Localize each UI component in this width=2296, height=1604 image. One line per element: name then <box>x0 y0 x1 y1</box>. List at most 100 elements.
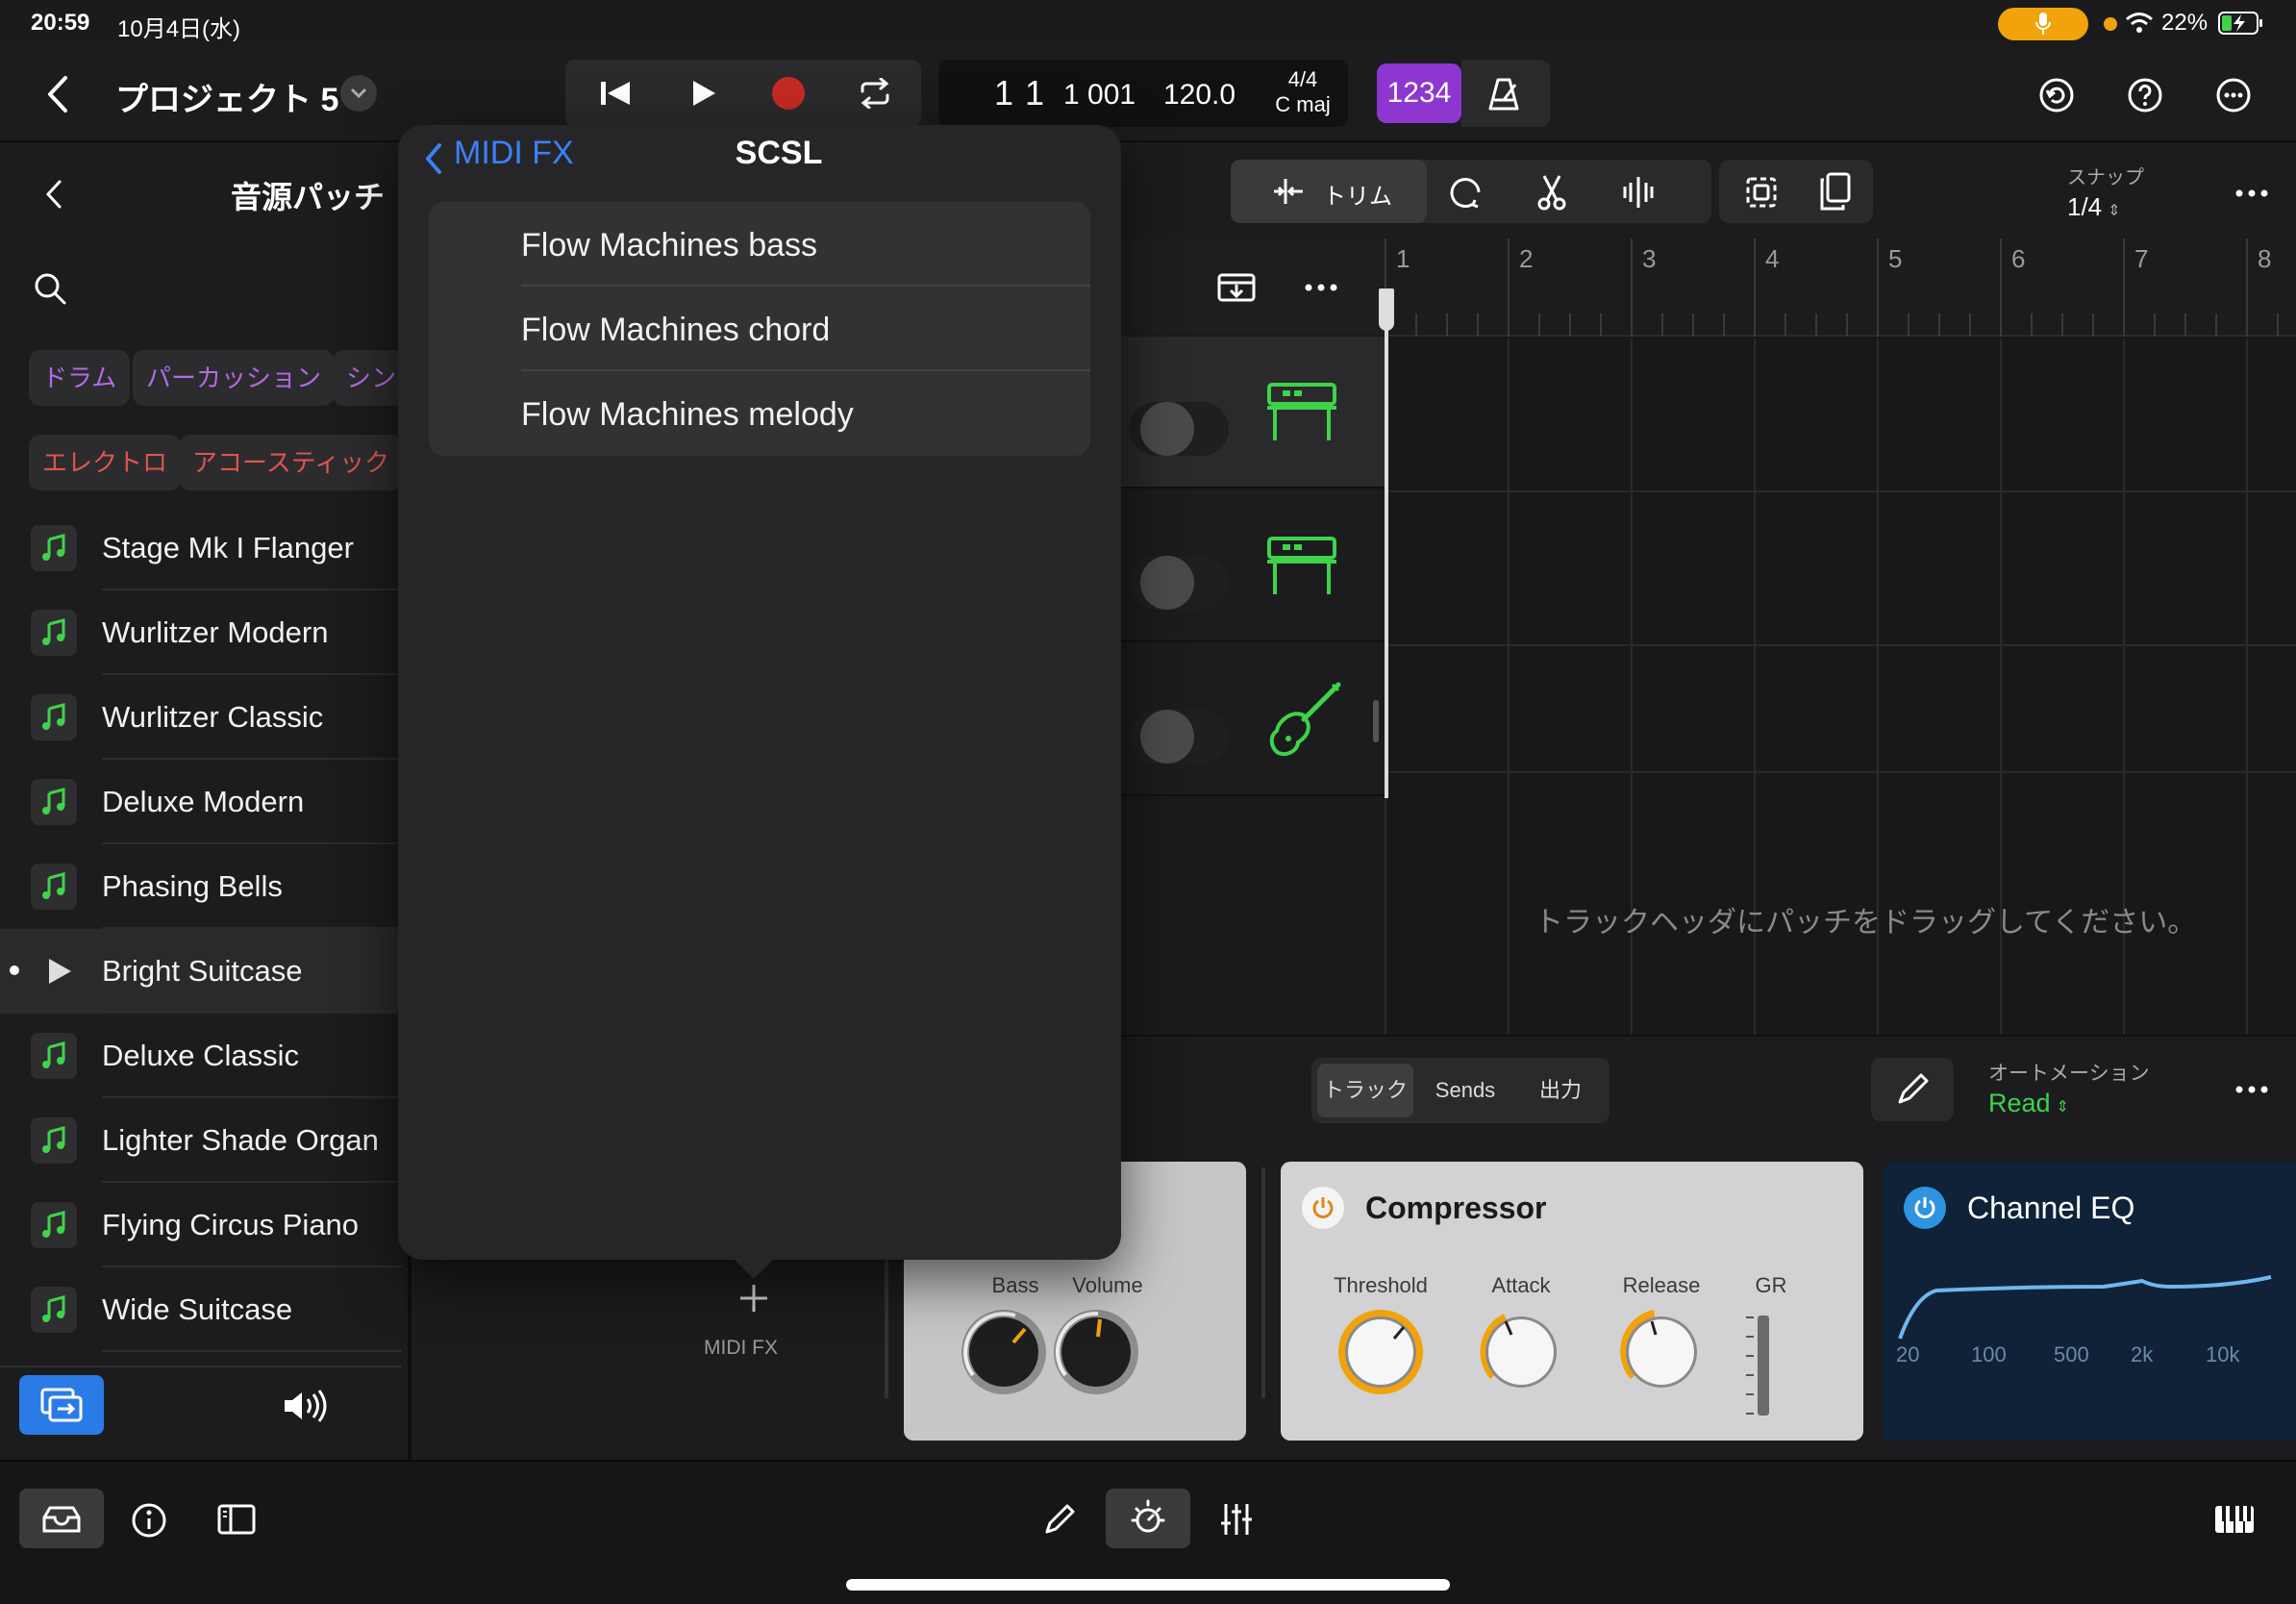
patch-replace-button[interactable] <box>19 1375 104 1435</box>
filter-chip-drums[interactable]: ドラム <box>29 350 131 406</box>
loop-tool-icon[interactable] <box>1446 173 1485 212</box>
help-icon[interactable] <box>2125 75 2165 115</box>
filter-chip-acoustic[interactable]: アコースティック <box>179 435 404 490</box>
timeline-ruler[interactable]: 1 2 3 4 5 6 7 8 <box>1385 238 2296 337</box>
track-toggle[interactable] <box>1129 556 1229 610</box>
edit-more-icon[interactable] <box>2233 187 2271 200</box>
playing-dot <box>10 965 19 975</box>
home-indicator[interactable] <box>846 1579 1450 1591</box>
filter-chip-synth[interactable]: シン <box>333 350 402 406</box>
track-resize-handle[interactable] <box>1373 700 1379 742</box>
release-knob[interactable] <box>1615 1306 1708 1398</box>
copy-icon[interactable] <box>1815 171 1854 212</box>
search-icon[interactable] <box>31 269 69 308</box>
scissors-icon[interactable] <box>1533 173 1571 212</box>
record-icon[interactable] <box>769 74 808 113</box>
eq-power-icon[interactable] <box>1904 1187 1946 1229</box>
track-row[interactable] <box>1119 490 1388 642</box>
track-toggle[interactable] <box>1129 710 1229 764</box>
popover-title: SCSL <box>398 135 1121 172</box>
music-note-icon <box>31 779 77 825</box>
list-item[interactable]: Flow Machines melody <box>429 371 1090 456</box>
chevron-down-icon[interactable] <box>340 75 377 112</box>
metronome-button[interactable] <box>1461 60 1550 127</box>
count-in-button[interactable]: 1234 <box>1377 63 1461 123</box>
list-item[interactable]: Flow Machines bass <box>429 202 1090 287</box>
list-item[interactable]: Flying Circus Piano <box>0 1183 402 1267</box>
playhead[interactable] <box>1385 288 1388 798</box>
list-item[interactable]: Flow Machines chord <box>429 287 1090 371</box>
list-item[interactable]: Stage Mk I Flanger <box>0 506 402 590</box>
split-at-playhead-icon[interactable] <box>1619 173 1658 212</box>
back-chevron-icon[interactable] <box>37 71 79 117</box>
lcd-tempo: 120.0 <box>1163 79 1236 111</box>
channel-eq-plugin[interactable]: Channel EQ 20 100 500 2k 10k <box>1883 1162 2296 1441</box>
bass-knob[interactable] <box>958 1306 1050 1398</box>
list-item[interactable]: Wide Suitcase <box>0 1267 402 1352</box>
browser-button[interactable] <box>19 1489 104 1548</box>
add-midi-fx-icon[interactable] <box>735 1279 773 1317</box>
list-item[interactable]: Wurlitzer Modern <box>0 590 402 675</box>
automation-mode[interactable]: Read ⇕ <box>1988 1089 2069 1118</box>
snap-value[interactable]: 1/4 ⇕ <box>2067 192 2121 222</box>
compressor-power-icon[interactable] <box>1302 1187 1344 1229</box>
cycle-loop-icon[interactable] <box>854 74 896 113</box>
marquee-select-icon[interactable] <box>1742 173 1781 212</box>
info-icon[interactable] <box>129 1500 169 1541</box>
undo-icon[interactable] <box>2036 75 2077 115</box>
list-item[interactable]: Deluxe Classic <box>0 1014 402 1098</box>
transport-controls <box>565 60 921 127</box>
track-row[interactable] <box>1119 644 1388 796</box>
volume-knob[interactable] <box>1050 1306 1142 1398</box>
tracks-more-icon[interactable] <box>1302 281 1340 294</box>
music-note-icon <box>31 1117 77 1164</box>
list-item[interactable]: Bright Suitcase <box>0 929 402 1014</box>
filter-chip-percussion[interactable]: パーカッション <box>133 350 336 406</box>
inspector-more-icon[interactable] <box>2233 1083 2271 1096</box>
patch-name: Phasing Bells <box>102 869 283 903</box>
tab-track[interactable]: トラック <box>1317 1064 1413 1117</box>
patch-name: Deluxe Modern <box>102 785 305 818</box>
popover-title-text: SCSL <box>735 135 823 171</box>
pencil-icon[interactable] <box>1040 1500 1079 1539</box>
trim-tool-button[interactable]: トリム <box>1231 160 1427 223</box>
track-toggle[interactable] <box>1129 402 1229 456</box>
updown-chevron-icon: ⇕ <box>2108 203 2121 219</box>
list-item[interactable]: Wurlitzer Classic <box>0 675 402 760</box>
project-title[interactable]: プロジェクト 5 <box>115 73 338 120</box>
keyboard-icon[interactable] <box>2211 1500 2258 1539</box>
list-item[interactable]: Lighter Shade Organ <box>0 1098 402 1183</box>
gain-reduction-meter <box>1758 1316 1769 1416</box>
lcd-key: C maj <box>1275 92 1331 116</box>
playhead-handle[interactable] <box>1379 288 1394 331</box>
snap-value-text: 1/4 <box>2067 192 2103 221</box>
track-row[interactable] <box>1119 337 1388 489</box>
filter-chip-electro[interactable]: エレクトロ <box>29 435 182 490</box>
lcd-display[interactable]: 1 1 1 001 120.0 4/4 C maj <box>938 60 1348 127</box>
inspector-tabs: トラック Sends 出力 <box>1311 1058 1610 1123</box>
electric-piano-icon <box>1263 377 1340 444</box>
compressor-plugin[interactable]: Compressor Threshold Attack Release GR <box>1281 1162 1863 1441</box>
tab-sends[interactable]: Sends <box>1417 1064 1513 1117</box>
threshold-knob[interactable] <box>1335 1306 1427 1398</box>
mixer-icon[interactable] <box>1217 1500 1256 1539</box>
smart-controls-button[interactable] <box>1106 1489 1190 1548</box>
status-time: 20:59 <box>31 10 90 36</box>
library-back-icon[interactable] <box>38 175 69 213</box>
attack-knob[interactable] <box>1475 1306 1567 1398</box>
play-icon[interactable] <box>685 76 723 111</box>
attack-label: Attack <box>1491 1273 1551 1297</box>
preview-volume-icon[interactable] <box>279 1387 333 1425</box>
list-item[interactable]: Deluxe Modern <box>0 760 402 844</box>
music-note-icon <box>31 1033 77 1079</box>
patch-name: Bright Suitcase <box>102 954 303 988</box>
rewind-to-start-icon[interactable] <box>596 76 635 111</box>
eq-freq-100: 100 <box>1971 1342 2007 1366</box>
automation-draw-button[interactable] <box>1871 1058 1954 1121</box>
more-circle-icon[interactable] <box>2213 75 2254 115</box>
bar-number: 2 <box>1519 244 1534 273</box>
import-icon[interactable] <box>1215 269 1258 304</box>
list-item[interactable]: Phasing Bells <box>0 844 402 929</box>
tab-output[interactable]: 出力 <box>1517 1064 1604 1117</box>
sidebar-icon[interactable] <box>215 1500 258 1539</box>
